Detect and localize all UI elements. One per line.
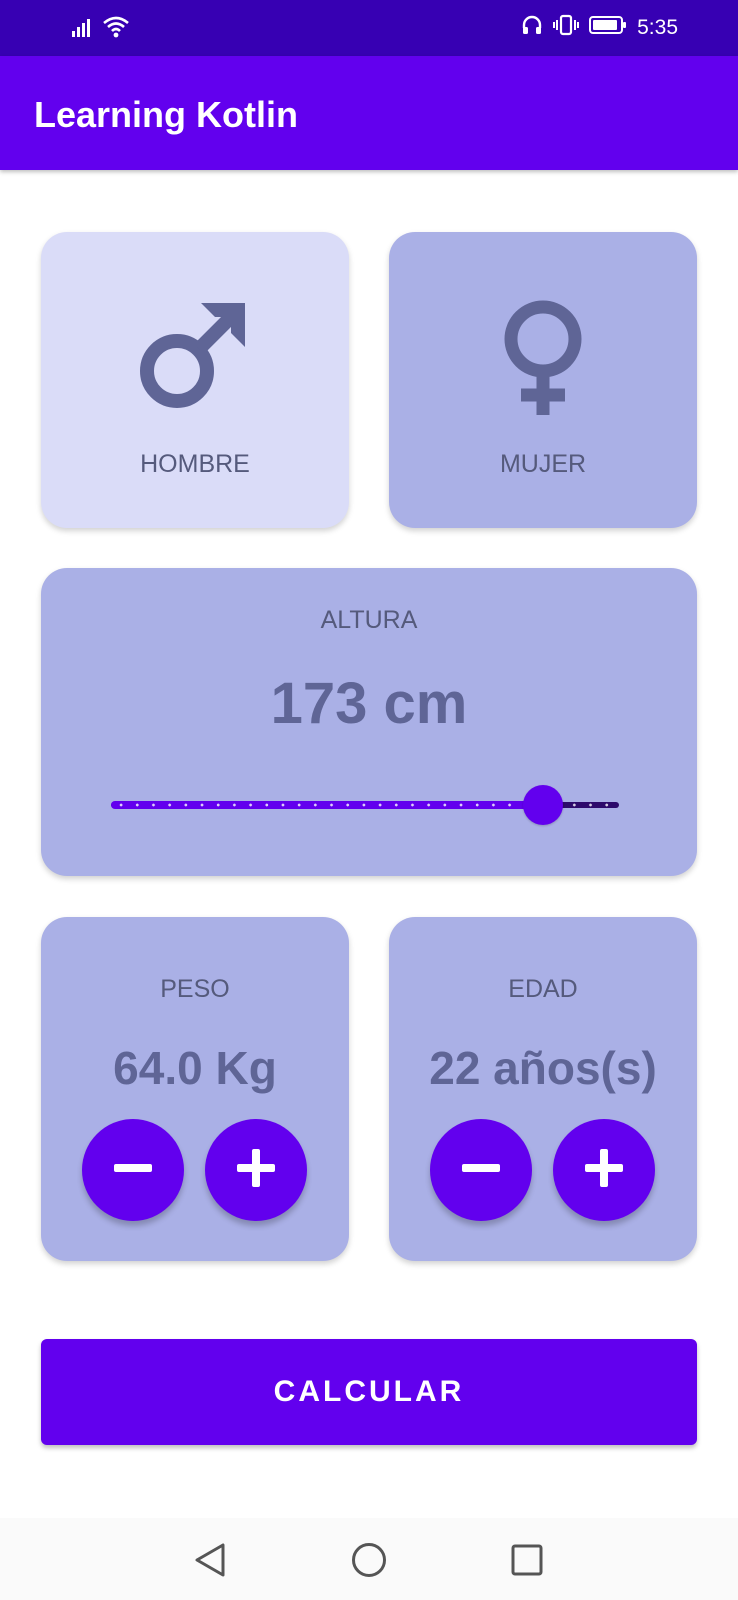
vibrate-icon	[553, 14, 580, 42]
navigation-bar	[0, 1518, 738, 1600]
home-icon[interactable]	[347, 1538, 391, 1582]
male-card[interactable]: HOMBRE	[41, 232, 349, 528]
age-decrement-button[interactable]	[430, 1119, 532, 1221]
status-time: 5:35	[637, 16, 678, 39]
app-bar: Learning Kotlin	[0, 56, 738, 170]
calculate-button[interactable]: CALCULAR	[41, 1339, 697, 1445]
male-label: HOMBRE	[140, 450, 250, 478]
weight-decrement-button[interactable]	[82, 1119, 184, 1221]
height-slider[interactable]	[111, 784, 619, 825]
slider-thumb[interactable]	[522, 785, 563, 825]
plus-icon	[585, 1148, 623, 1192]
recents-icon[interactable]	[505, 1538, 549, 1582]
height-value: 173 cm	[270, 671, 468, 736]
weight-card: PESO 64.0 Kg	[41, 917, 349, 1261]
back-icon[interactable]	[188, 1538, 232, 1582]
height-label: ALTURA	[320, 606, 418, 634]
female-label: MUJER	[499, 450, 587, 478]
weight-value: 64.0 Kg	[113, 1042, 277, 1094]
minus-icon	[114, 1149, 152, 1192]
age-card: EDAD 22 años(s)	[389, 917, 697, 1261]
battery-icon	[589, 15, 627, 41]
minus-icon	[462, 1149, 500, 1192]
status-bar: 5:35	[0, 0, 738, 56]
male-symbol-icon	[41, 292, 349, 422]
age-increment-button[interactable]	[553, 1119, 655, 1221]
age-value: 22 años(s)	[429, 1042, 657, 1094]
female-symbol-icon	[389, 292, 697, 422]
age-label: EDAD	[508, 975, 578, 1003]
headphones-icon	[521, 14, 543, 42]
height-card: ALTURA 173 cm	[41, 568, 697, 876]
signal-icon	[72, 16, 98, 43]
plus-icon	[237, 1148, 275, 1192]
weight-increment-button[interactable]	[205, 1119, 307, 1221]
female-card[interactable]: MUJER	[389, 232, 697, 528]
app-title: Learning Kotlin	[34, 94, 298, 135]
wifi-icon	[102, 14, 130, 45]
weight-label: PESO	[160, 975, 230, 1003]
